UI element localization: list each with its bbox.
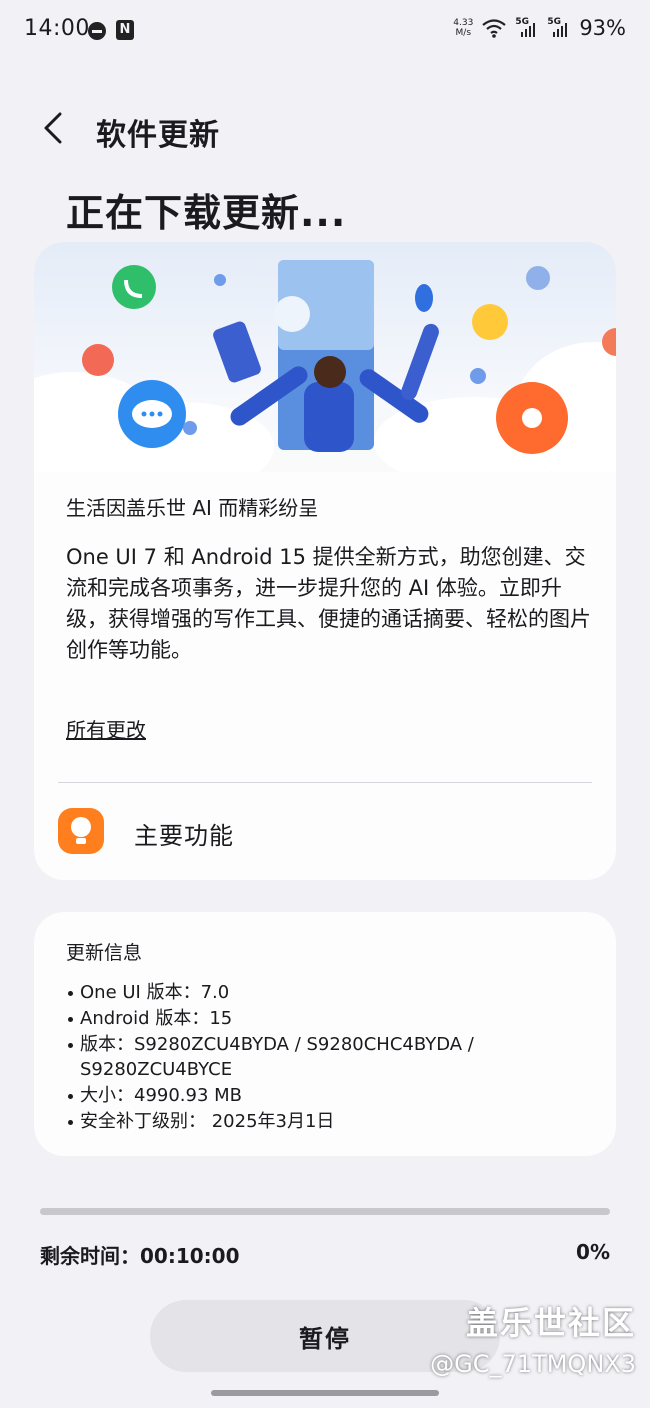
info-item-size: 大小：4990.93 MB: [66, 1083, 586, 1108]
back-arrow-icon[interactable]: [36, 108, 72, 148]
signal-icon-2: 5G: [547, 17, 571, 39]
info-item-security-patch: 安全补丁级别： 2025年3月1日: [66, 1109, 586, 1134]
update-headline: 生活因盖乐世 AI 而精彩纷呈: [66, 496, 319, 520]
network-speed-value: 4.33: [453, 18, 474, 28]
all-changes-link[interactable]: 所有更改: [66, 714, 146, 743]
main-features-label: 主要功能: [134, 822, 234, 850]
status-right-group: 4.33 M/s 5G 5G 93%: [453, 16, 626, 40]
header-title: 软件更新: [96, 118, 220, 153]
download-status-title: 正在下载更新...: [66, 191, 347, 235]
watermark-brand: 盖乐世社区: [465, 1304, 636, 1342]
info-item-build-version: 版本：S9280ZCU4BYDA / S9280CHC4BYDA / S9280…: [66, 1032, 586, 1082]
battery-level: 93%: [579, 16, 626, 40]
wifi-icon: [482, 19, 507, 38]
watermark: 盖乐世社区 @GC_71TMQNX3: [430, 1298, 636, 1378]
main-features-row[interactable]: 主要功能: [58, 804, 592, 860]
remaining-time-value: 00:10:00: [140, 1244, 240, 1268]
download-percent: 0%: [576, 1240, 610, 1264]
hero-illustration: [34, 242, 616, 492]
do-not-disturb-icon: [88, 22, 106, 40]
status-bar: 14:00 N 4.33 M/s 5G 5G 93%: [0, 0, 650, 60]
remaining-time-label: 剩余时间：: [40, 1244, 140, 1268]
update-info-title: 更新信息: [66, 942, 143, 964]
update-description: One UI 7 和 Android 15 提供全新方式，助您创建、交流和完成各…: [66, 545, 591, 662]
update-info-list: One UI 版本：7.0 Android 版本：15 版本：S9280ZCU4…: [66, 980, 586, 1135]
signal-icon: 5G: [515, 17, 539, 39]
status-time: 14:00: [24, 16, 90, 41]
app-header: 软件更新: [0, 100, 650, 160]
nfc-icon: N: [116, 20, 134, 40]
info-item-android-version: Android 版本：15: [66, 1006, 586, 1031]
network-speed-unit: M/s: [455, 28, 472, 38]
update-info-card: 更新信息 One UI 版本：7.0 Android 版本：15 版本：S928…: [34, 912, 616, 1156]
remaining-time: 剩余时间：00:10:00: [40, 1240, 240, 1269]
home-indicator[interactable]: [211, 1390, 439, 1396]
divider: [58, 782, 592, 783]
hero-artwork: [34, 260, 616, 492]
download-progress-bar: [40, 1208, 610, 1215]
watermark-user: @GC_71TMQNX3: [430, 1350, 636, 1378]
update-description-card: 生活因盖乐世 AI 而精彩纷呈 One UI 7 和 Android 15 提供…: [34, 242, 616, 880]
lightbulb-icon: [58, 808, 104, 854]
info-item-oneui-version: One UI 版本：7.0: [66, 980, 586, 1005]
network-speed: 4.33 M/s: [453, 18, 473, 38]
